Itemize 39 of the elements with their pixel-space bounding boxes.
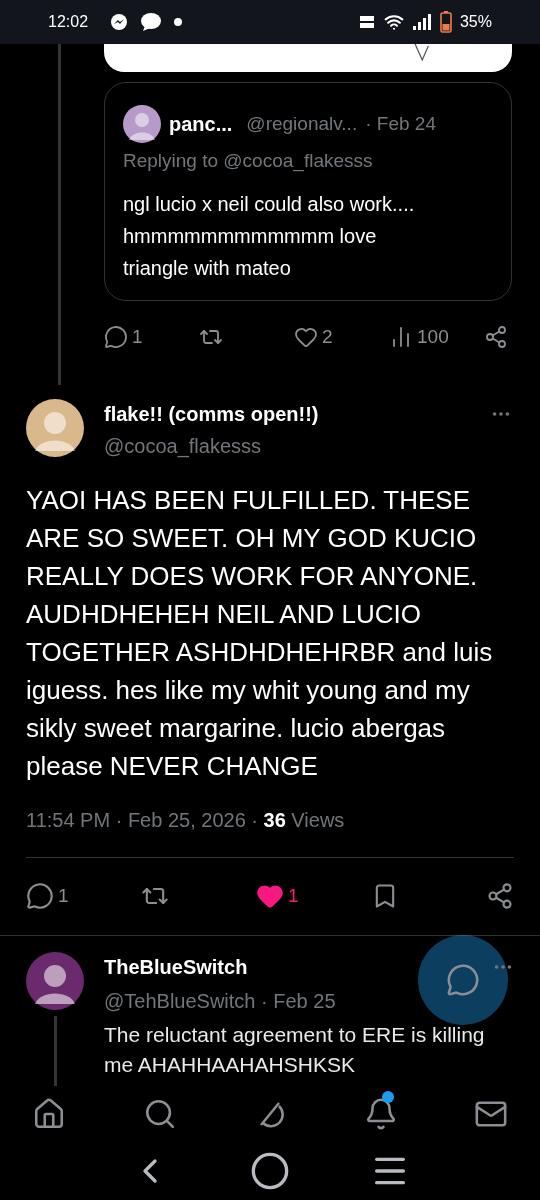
timestamp: 11:54 PM · Feb 25, 2026 · (26, 809, 258, 831)
battery-icon (439, 11, 452, 33)
wifi-icon (383, 12, 404, 32)
user-handle: @cocoa_flakesss (104, 434, 263, 460)
quoted-tweet-card[interactable]: panc... @regionalv... · Feb 24 Replying to @cocoa_flakesss ngl lucio x neil could also work.... hmmmmmmmmmmmm love triangle with mateo (104, 82, 512, 301)
avatar[interactable] (123, 105, 161, 143)
chat-bubble-icon (140, 12, 163, 32)
reply-icon[interactable] (104, 324, 128, 349)
count: 1 (288, 884, 299, 908)
user-name: panc... (169, 112, 233, 137)
view-count: 36 (263, 809, 286, 831)
post-text: The reluctant agreement to ERE is killing me AHAHHAAHAHSHKSK (104, 1021, 486, 1078)
avatar[interactable] (26, 399, 84, 457)
count: 100 (417, 324, 449, 349)
share-icon[interactable] (484, 324, 508, 349)
views-label: Views (291, 809, 345, 831)
count: 1 (132, 324, 143, 349)
messenger-icon (110, 13, 129, 31)
user-name: TheBlueSwitch (104, 954, 248, 980)
home-circle-icon[interactable] (250, 1151, 290, 1191)
user-handle: @TehBlueSwitch (104, 989, 256, 1012)
reply-icon (446, 963, 480, 997)
home-icon[interactable] (32, 1097, 66, 1131)
dot-icon (174, 18, 183, 26)
signal-icon (411, 13, 432, 31)
user-handle: @regionalv... (246, 111, 358, 136)
clock: 12:02 (48, 12, 89, 32)
post-text: YAOI HAS BEEN FULFILLED. THESE ARE SO SWEET. OH MY GOD KUCIO REALLY DOES WORK FOR ANYONE. AUDHDHEHEH NEIL AND LUCIO TOGETHER ASHDHDHEHRBR and luis iguess. hes like my whit young and my sikly sweet margarine. lucio abergas please NEVER CHANGE (26, 484, 494, 783)
user-name: flake!! (comms open!!) (104, 402, 320, 427)
post-date: · Feb 25 (261, 989, 336, 1012)
post-text: ngl lucio x neil could also work.... hmmmmmmmmmmmm love triangle with mateo (123, 191, 416, 281)
avatar[interactable] (26, 951, 84, 1010)
battery-percent: 35% (459, 12, 492, 32)
count: 1 (58, 884, 69, 908)
replying-to: Replying to @cocoa_flakesss (123, 149, 374, 174)
reply-icon[interactable] (26, 882, 54, 911)
count: 2 (322, 324, 333, 349)
share-icon[interactable] (486, 882, 514, 911)
post-date: · Feb 24 (365, 111, 436, 136)
